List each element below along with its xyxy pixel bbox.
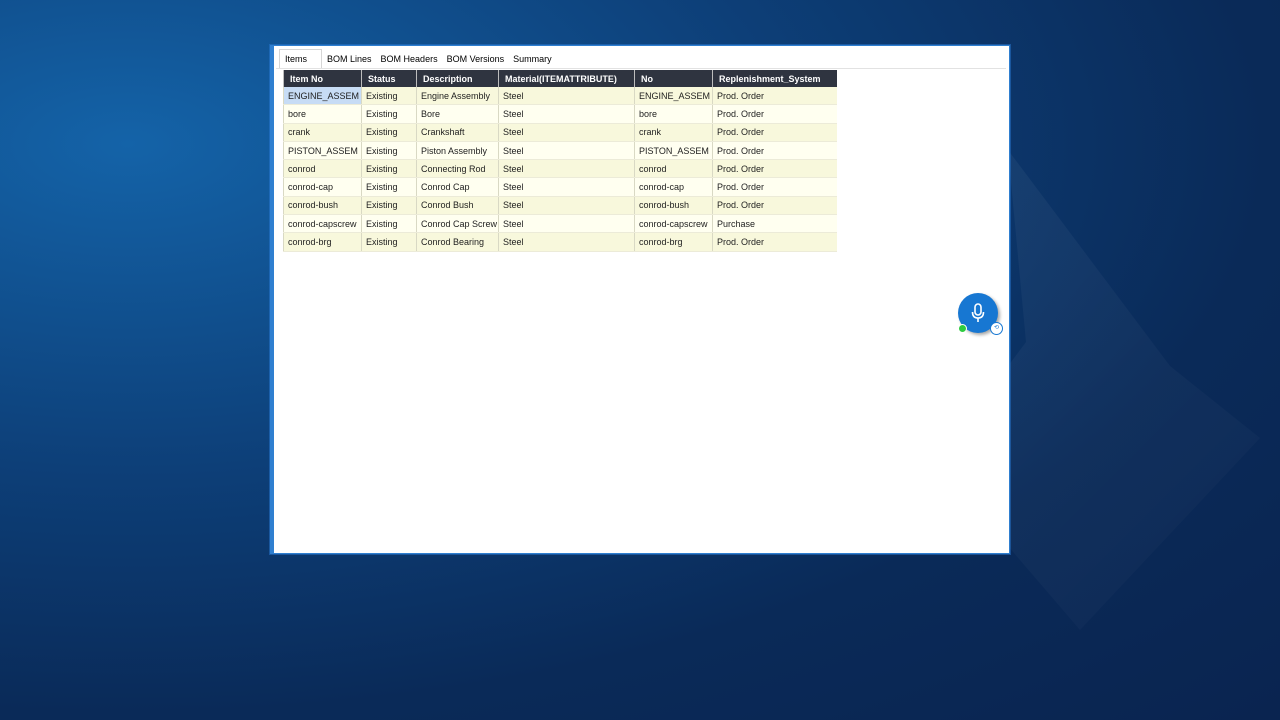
cell-replenishment[interactable]: Purchase xyxy=(712,214,837,234)
cell-status[interactable]: Existing xyxy=(361,159,417,179)
column-header-replenishment[interactable]: Replenishment_System xyxy=(712,70,837,87)
tab-bom-lines[interactable]: BOM Lines xyxy=(322,50,376,70)
cell-material[interactable]: Steel xyxy=(498,214,635,234)
cell-material[interactable]: Steel xyxy=(498,87,635,106)
cell-description[interactable]: Conrod Cap Screw xyxy=(416,214,499,234)
table-row[interactable]: conrod-capscrew Existing Conrod Cap Screw S… xyxy=(283,214,837,234)
cell-description[interactable]: Conrod Cap xyxy=(416,177,499,197)
column-header-item-no[interactable]: Item No xyxy=(283,70,362,87)
microphone-icon xyxy=(971,303,985,322)
cell-description[interactable]: Conrod Bearing xyxy=(416,232,499,252)
cell-material[interactable]: Steel xyxy=(498,196,635,216)
cell-item-no[interactable]: conrod-brg xyxy=(283,232,362,252)
cell-description[interactable]: Engine Assembly xyxy=(416,87,499,106)
cell-item-no[interactable]: ENGINE_ASSEM xyxy=(283,87,362,106)
items-grid: Item No Status Description Material(ITEM… xyxy=(283,70,837,252)
column-header-no[interactable]: No xyxy=(634,70,713,87)
cell-status[interactable]: Existing xyxy=(361,196,417,216)
cell-item-no[interactable]: conrod xyxy=(283,159,362,179)
cell-status[interactable]: Existing xyxy=(361,123,417,142)
cell-replenishment[interactable]: Prod. Order xyxy=(712,141,837,161)
cell-no[interactable]: conrod-bush xyxy=(634,196,713,216)
cell-status[interactable]: Existing xyxy=(361,87,417,106)
column-header-material[interactable]: Material(ITEMATTRIBUTE) xyxy=(498,70,635,87)
cell-no[interactable]: conrod-brg xyxy=(634,232,713,252)
cell-no[interactable]: conrod-cap xyxy=(634,177,713,197)
table-row[interactable]: PISTON_ASSEM Existing Piston Assembly Steel… xyxy=(283,141,837,161)
cell-replenishment[interactable]: Prod. Order xyxy=(712,196,837,216)
table-row[interactable]: crank Existing Crankshaft Steel crank Prod. O… xyxy=(283,123,837,142)
cell-no[interactable]: conrod xyxy=(634,159,713,179)
cell-no[interactable]: conrod-capscrew xyxy=(634,214,713,234)
tab-bom-headers[interactable]: BOM Headers xyxy=(376,50,442,70)
column-header-description[interactable]: Description xyxy=(416,70,499,87)
cell-description[interactable]: Piston Assembly xyxy=(416,141,499,161)
cell-material[interactable]: Steel xyxy=(498,104,635,124)
cell-material[interactable]: Steel xyxy=(498,141,635,161)
cell-replenishment[interactable]: Prod. Order xyxy=(712,123,837,142)
tab-divider xyxy=(276,68,1006,69)
column-header-status[interactable]: Status xyxy=(361,70,417,87)
cell-replenishment[interactable]: Prod. Order xyxy=(712,177,837,197)
cell-no[interactable]: bore xyxy=(634,104,713,124)
table-row[interactable]: conrod Existing Connecting Rod Steel conrod P… xyxy=(283,159,837,179)
tab-bar: Items BOM Lines BOM Headers BOM Versions… xyxy=(279,49,556,70)
cell-item-no[interactable]: conrod-cap xyxy=(283,177,362,197)
cell-no[interactable]: ENGINE_ASSEM xyxy=(634,87,713,106)
cell-no[interactable]: PISTON_ASSEM xyxy=(634,141,713,161)
table-row[interactable]: conrod-bush Existing Conrod Bush Steel conro… xyxy=(283,196,837,216)
cell-replenishment[interactable]: Prod. Order xyxy=(712,87,837,106)
cell-status[interactable]: Existing xyxy=(361,232,417,252)
cell-status[interactable]: Existing xyxy=(361,141,417,161)
tab-bom-versions[interactable]: BOM Versions xyxy=(442,50,509,70)
cell-item-no[interactable]: conrod-bush xyxy=(283,196,362,216)
cell-item-no[interactable]: bore xyxy=(283,104,362,124)
table-row[interactable]: conrod-brg Existing Conrod Bearing Steel con… xyxy=(283,232,837,252)
cell-replenishment[interactable]: Prod. Order xyxy=(712,159,837,179)
cell-description[interactable]: Conrod Bush xyxy=(416,196,499,216)
grid-body: ENGINE_ASSEM Existing Engine Assembly Steel… xyxy=(283,87,837,252)
language-badge-icon: ⟲ xyxy=(990,322,1003,335)
cell-status[interactable]: Existing xyxy=(361,214,417,234)
table-row[interactable]: conrod-cap Existing Conrod Cap Steel conrod-… xyxy=(283,177,837,197)
cell-status[interactable]: Existing xyxy=(361,177,417,197)
cell-no[interactable]: crank xyxy=(634,123,713,142)
cell-material[interactable]: Steel xyxy=(498,177,635,197)
cell-item-no[interactable]: PISTON_ASSEM xyxy=(283,141,362,161)
cell-status[interactable]: Existing xyxy=(361,104,417,124)
window-border xyxy=(271,46,274,553)
tab-items[interactable]: Items xyxy=(279,49,323,69)
cell-description[interactable]: Crankshaft xyxy=(416,123,499,142)
cell-description[interactable]: Bore xyxy=(416,104,499,124)
cell-item-no[interactable]: crank xyxy=(283,123,362,142)
cell-material[interactable]: Steel xyxy=(498,159,635,179)
cell-material[interactable]: Steel xyxy=(498,232,635,252)
app-window: Items BOM Lines BOM Headers BOM Versions… xyxy=(270,45,1010,554)
cell-replenishment[interactable]: Prod. Order xyxy=(712,232,837,252)
tab-summary[interactable]: Summary xyxy=(508,50,556,70)
table-row[interactable]: bore Existing Bore Steel bore Prod. Order xyxy=(283,104,837,124)
cell-replenishment[interactable]: Prod. Order xyxy=(712,104,837,124)
cell-item-no[interactable]: conrod-capscrew xyxy=(283,214,362,234)
table-row[interactable]: ENGINE_ASSEM Existing Engine Assembly Steel… xyxy=(283,87,837,106)
cell-material[interactable]: Steel xyxy=(498,123,635,142)
online-status-dot xyxy=(958,324,967,333)
cell-description[interactable]: Connecting Rod xyxy=(416,159,499,179)
grid-header-row: Item No Status Description Material(ITEM… xyxy=(283,70,837,87)
